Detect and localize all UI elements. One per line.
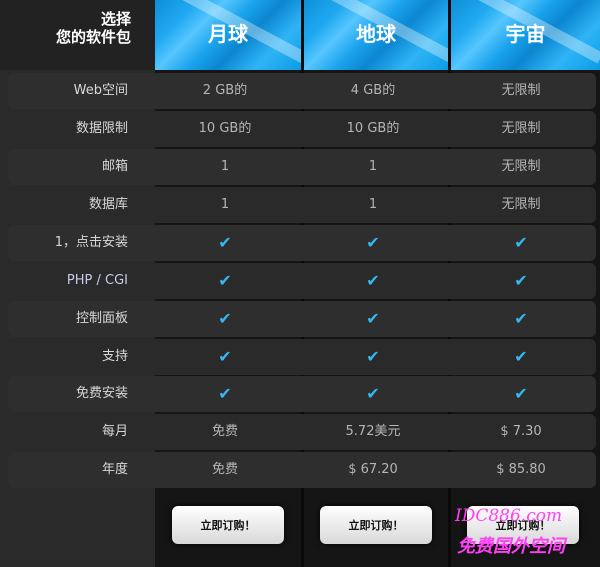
feature-label-yearly: 年度: [101, 462, 128, 477]
site-watermark: IDC886.com 免费国外空间: [455, 506, 600, 560]
check-icon: ✔: [514, 347, 528, 366]
check-icon: ✔: [366, 384, 380, 403]
plan-header-universe: 宇宙: [451, 0, 600, 70]
check-icon: ✔: [218, 233, 232, 252]
cell-moon-data-limit: 10 GB的: [198, 121, 252, 136]
check-icon: ✔: [218, 271, 232, 290]
watermark-domain: IDC886.com: [455, 506, 563, 526]
feature-label-database: 数据库: [88, 197, 128, 212]
choose-package-title: 选择 您的软件包: [56, 10, 131, 46]
corner-title-line1: 选择: [100, 10, 131, 28]
plan-name-universe: 宇宙: [505, 22, 546, 46]
order-now-button-earth[interactable]: 立即订购！: [320, 506, 432, 544]
check-icon: ✔: [218, 309, 232, 328]
feature-label-web-space: Web空间: [73, 83, 128, 98]
feature-label-mailbox: 邮箱: [101, 159, 128, 174]
cell-universe-monthly-price: $ 7.30: [500, 424, 542, 439]
cell-earth-mailbox: 1: [368, 159, 378, 174]
cell-earth-yearly-price: $ 67.20: [348, 462, 398, 477]
feature-label-control-panel: 控制面板: [75, 311, 128, 326]
check-icon: ✔: [514, 233, 528, 252]
feature-label-monthly: 每月: [101, 424, 128, 439]
cell-universe-yearly-price: $ 85.80: [496, 462, 546, 477]
check-icon: ✔: [366, 271, 380, 290]
cell-universe-database: 无限制: [501, 197, 541, 212]
feature-label-php-cgi: PHP / CGI: [66, 273, 128, 288]
cell-universe-data-limit: 无限制: [501, 121, 541, 136]
plan-name-moon: 月球: [208, 22, 248, 46]
cell-moon-yearly-price: 免费: [211, 462, 238, 477]
cell-earth-monthly-price: 5.72美元: [345, 424, 401, 439]
feature-label-free-install: 免费安装: [75, 386, 128, 401]
corner-title-line2: 您的软件包: [55, 28, 131, 46]
cell-moon-mailbox: 1: [220, 159, 230, 174]
cell-earth-web-space: 4 GB的: [350, 83, 396, 98]
pricing-table: 选择 您的软件包 月球 地球 宇宙 Web空间 数据限制 邮箱 数据库 1，点击…: [0, 0, 600, 567]
feature-label-support: 支持: [101, 349, 128, 364]
check-icon: ✔: [514, 271, 528, 290]
plan-header-moon: 月球: [155, 0, 301, 70]
check-icon: ✔: [218, 347, 232, 366]
corner-header: 选择 您的软件包: [0, 0, 155, 70]
cell-universe-web-space: 无限制: [501, 83, 541, 98]
order-now-button-moon[interactable]: 立即订购！: [172, 506, 284, 544]
cell-earth-database: 1: [368, 197, 378, 212]
plan-name-earth: 地球: [356, 22, 396, 46]
cell-universe-mailbox: 无限制: [501, 159, 541, 174]
check-icon: ✔: [514, 384, 528, 403]
check-icon: ✔: [218, 384, 232, 403]
watermark-slogan: 免费国外空间: [457, 536, 565, 557]
check-icon: ✔: [366, 233, 380, 252]
cell-moon-monthly-price: 免费: [211, 424, 238, 439]
plan-header-earth: 地球: [304, 0, 448, 70]
cell-moon-database: 1: [220, 197, 230, 212]
cell-moon-web-space: 2 GB的: [202, 83, 248, 98]
check-icon: ✔: [514, 309, 528, 328]
feature-label-data-limit: 数据限制: [75, 121, 128, 136]
check-icon: ✔: [366, 347, 380, 366]
cell-earth-data-limit: 10 GB的: [346, 121, 400, 136]
check-icon: ✔: [366, 309, 380, 328]
feature-label-one-click-install: 1，点击安装: [54, 235, 128, 250]
